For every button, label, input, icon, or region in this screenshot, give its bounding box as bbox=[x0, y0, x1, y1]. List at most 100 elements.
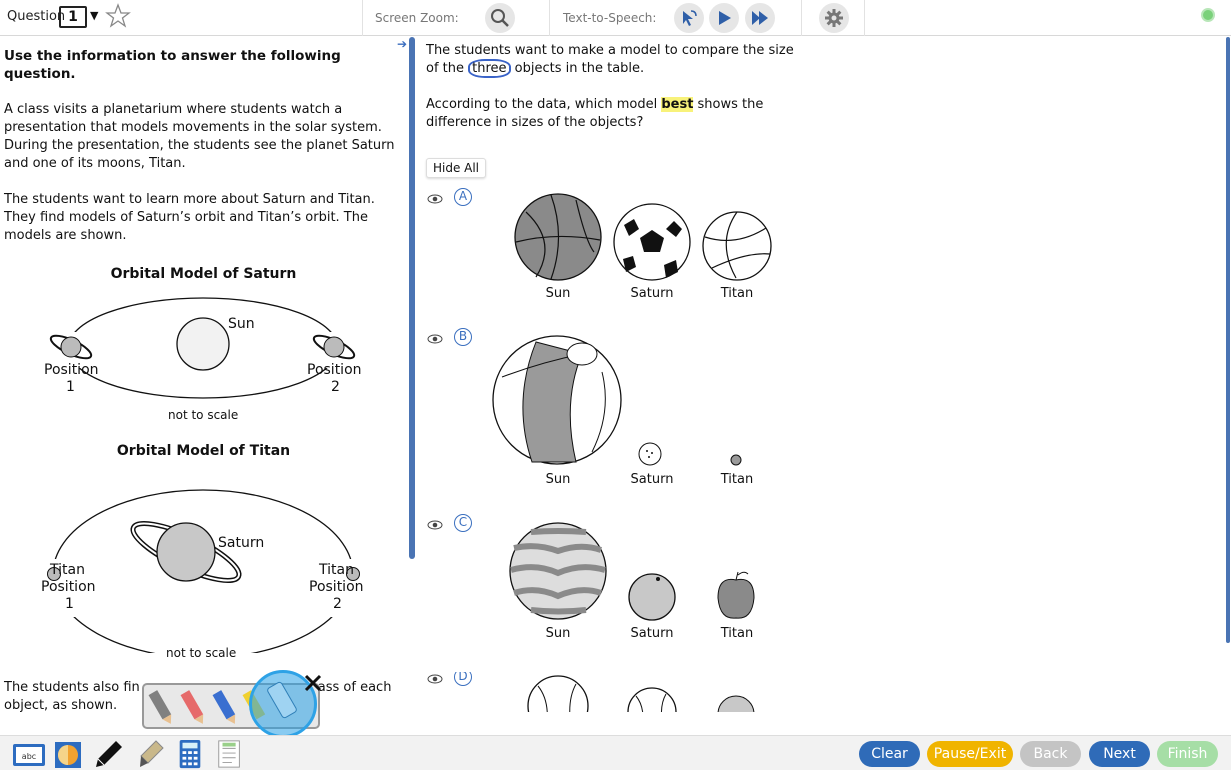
position-2-number: 2 bbox=[331, 379, 340, 395]
pause-exit-button[interactable]: Pause/Exit bbox=[927, 741, 1013, 767]
not-to-scale-note: not to scale bbox=[166, 646, 237, 660]
question-text-2-pre: According to the data, which model bbox=[426, 97, 662, 112]
saturn-center-icon bbox=[130, 521, 242, 583]
toolbar-divider bbox=[362, 0, 363, 36]
gray-pencil-icon bbox=[148, 690, 172, 724]
next-button[interactable]: Next bbox=[1089, 741, 1150, 767]
passage-instruction: Use the information to answer the follow… bbox=[4, 48, 341, 82]
saturn-label: Saturn bbox=[218, 535, 265, 551]
question-number-select[interactable]: 1 bbox=[59, 6, 87, 28]
option-a-label-sun: Sun bbox=[545, 286, 571, 301]
question-text-2: According to the data, which model best … bbox=[426, 96, 796, 132]
position-1-number: 1 bbox=[66, 379, 75, 395]
hide-all-button[interactable]: Hide All bbox=[426, 158, 486, 178]
watermelon-icon bbox=[509, 522, 607, 620]
eye-icon[interactable] bbox=[426, 672, 444, 686]
zoom-button[interactable] bbox=[485, 3, 515, 33]
not-to-scale-note: not to scale bbox=[168, 408, 239, 422]
passage-tail-left: The students also fin bbox=[4, 680, 140, 695]
soccer-ball-icon bbox=[613, 203, 691, 281]
titan-position-2-label-b: Position bbox=[309, 579, 364, 595]
settings-button[interactable] bbox=[819, 3, 849, 33]
toolbar-divider bbox=[864, 0, 865, 36]
toolbar-divider bbox=[801, 0, 802, 36]
gear-icon bbox=[825, 9, 843, 27]
passage-tail-right: ass of each bbox=[317, 680, 392, 695]
calculator-icon[interactable] bbox=[178, 739, 202, 769]
titan-position-1-number: 1 bbox=[65, 596, 74, 612]
toolbar-divider bbox=[549, 0, 550, 36]
clear-button[interactable]: Clear bbox=[859, 741, 920, 767]
finish-button[interactable]: Finish bbox=[1157, 741, 1218, 767]
baseball-icon bbox=[527, 675, 589, 712]
expand-arrow-icon[interactable]: ➔ bbox=[397, 37, 407, 51]
option-c-fruits bbox=[509, 522, 755, 621]
option-c-label-saturn: Saturn bbox=[630, 626, 674, 641]
fast-forward-icon bbox=[752, 11, 768, 25]
option-letter-b[interactable]: B bbox=[454, 328, 472, 346]
circled-word: three bbox=[468, 59, 511, 78]
tts-fast-forward-button[interactable] bbox=[745, 3, 775, 33]
titan-orbit-diagram bbox=[30, 489, 378, 653]
highlighted-word: best bbox=[661, 97, 694, 112]
option-letter-d[interactable]: D bbox=[454, 672, 472, 686]
tts-select-icon bbox=[683, 10, 697, 26]
top-toolbar: Question 1 ▼ Screen Zoom: Text-to-Speech… bbox=[0, 0, 1231, 36]
eye-icon[interactable] bbox=[426, 192, 444, 206]
question-text-1: The students want to make a model to com… bbox=[426, 42, 796, 78]
baseball-icon bbox=[627, 687, 677, 712]
tts-select-button[interactable] bbox=[674, 3, 704, 33]
eye-icon[interactable] bbox=[426, 518, 444, 532]
tts-play-button[interactable] bbox=[709, 3, 739, 33]
passage-paragraph-2: The students want to learn more about Sa… bbox=[4, 192, 375, 243]
gray-ball-icon bbox=[717, 695, 755, 712]
pen-icon[interactable] bbox=[94, 739, 124, 769]
passage-paragraph-1: A class visits a planetarium where stude… bbox=[4, 102, 395, 171]
option-a-balls bbox=[514, 193, 772, 281]
titan-position-2-label-a: Titan bbox=[319, 562, 354, 578]
dictionary-icon[interactable]: abc bbox=[12, 739, 46, 769]
notepad-icon[interactable] bbox=[216, 739, 244, 769]
position-2-label: Position bbox=[307, 362, 362, 378]
svg-text:abc: abc bbox=[22, 752, 36, 761]
position-1-label: Position bbox=[44, 362, 99, 378]
question-text-1-post: objects in the table. bbox=[510, 61, 645, 76]
option-a-label-titan: Titan bbox=[720, 286, 754, 301]
basketball-icon bbox=[514, 193, 602, 281]
right-scrollbar[interactable] bbox=[1226, 37, 1230, 643]
option-letter-a[interactable]: A bbox=[454, 188, 472, 206]
titan-position-2-number: 2 bbox=[333, 596, 342, 612]
small-ball-icon bbox=[730, 454, 742, 466]
orange-icon bbox=[628, 573, 676, 621]
eye-icon[interactable] bbox=[426, 332, 444, 346]
volleyball-icon bbox=[702, 211, 772, 281]
saturn-model-title: Orbital Model of Saturn bbox=[110, 266, 297, 282]
option-letter-c[interactable]: C bbox=[454, 514, 472, 532]
question-label: Question bbox=[7, 9, 66, 24]
back-button[interactable]: Back bbox=[1020, 741, 1081, 767]
play-icon bbox=[719, 11, 731, 25]
contrast-icon[interactable] bbox=[54, 739, 82, 769]
option-c-label-titan: Titan bbox=[720, 626, 754, 641]
beach-ball-icon bbox=[492, 335, 622, 465]
option-b-label-saturn: Saturn bbox=[630, 472, 674, 487]
close-tray-icon[interactable] bbox=[303, 673, 323, 693]
panel-divider-handle[interactable] bbox=[409, 37, 415, 559]
option-d-balls bbox=[527, 675, 755, 712]
star-icon[interactable] bbox=[105, 3, 131, 29]
answer-option-d[interactable]: D bbox=[426, 672, 786, 712]
titan-model-title: Orbital Model of Titan bbox=[116, 443, 291, 459]
red-pencil-icon bbox=[180, 690, 204, 724]
sun-label: Sun bbox=[228, 316, 255, 332]
golf-ball-icon bbox=[638, 442, 662, 466]
titan-position-1-label-a: Titan bbox=[50, 562, 85, 578]
chevron-down-icon[interactable]: ▼ bbox=[90, 9, 98, 22]
highlighter-icon[interactable] bbox=[136, 739, 166, 769]
option-a-label-saturn: Saturn bbox=[630, 286, 674, 301]
option-b-label-sun: Sun bbox=[545, 472, 571, 487]
option-b-label-titan: Titan bbox=[720, 472, 754, 487]
magnifier-icon bbox=[491, 9, 509, 27]
blue-pencil-icon bbox=[212, 690, 236, 724]
saturn-orbit-diagram bbox=[40, 297, 370, 399]
question-stem: The students want to make a model to com… bbox=[426, 42, 796, 150]
